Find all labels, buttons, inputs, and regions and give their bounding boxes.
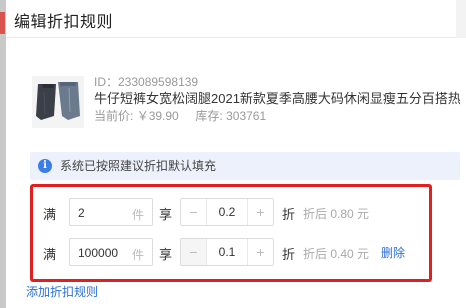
stock-value: 303761 [226,109,267,123]
denim-shorts-image [32,76,84,128]
product-card: ID：233089598139 牛仔短裤女宽松阔腿2021新款夏季高腰大码休闲显… [24,72,460,134]
header-edge [456,0,466,38]
after-discount-price: 折后 0.40 元 [303,247,370,261]
rule-xiang-label: 享 [159,247,173,262]
delete-rule-button[interactable]: 删除 [381,244,405,261]
quantity-unit: 件 [131,208,144,222]
rule-zhe-label: 折 [282,207,296,222]
background-red-marker [0,12,5,34]
info-banner: i 系统已按照建议折扣默认填充 [30,152,460,180]
stock-label: 库存: [195,109,223,123]
info-icon: i [38,159,52,173]
discount-stepper: − 0.2 + [180,198,274,226]
rule-xiang-label: 享 [159,207,173,222]
product-id: ID：233089598139 [94,75,199,89]
decrement-button[interactable]: − [181,239,207,265]
modal-header: 编辑折扣规则 [6,0,466,38]
after-discount-price: 折后 0.80 元 [303,207,370,221]
quantity-value: 2 [78,206,85,220]
decrement-button[interactable]: − [181,199,207,225]
product-info: ID：233089598139 牛仔短裤女宽松阔腿2021新款夏季高腰大码休闲显… [94,74,460,124]
add-rule-link[interactable]: 添加折扣规则 [26,284,98,300]
rule-man-label: 满 [43,247,57,262]
discount-stepper: − 0.1 + [180,238,274,266]
current-price-value: ￥39.90 [136,109,179,123]
discount-rules-list: 满 2 件 享 − 0.2 + 折 折后 0.80 元 满 100000 件 享… [30,184,432,282]
increment-button[interactable]: + [247,239,273,265]
product-meta: 当前价: ￥39.90 库存: 303761 [94,108,460,124]
product-thumbnail [32,76,84,128]
quantity-input[interactable]: 2 件 [69,198,153,226]
current-price-label: 当前价: [94,109,134,123]
discount-rule-row: 满 100000 件 享 − 0.1 + 折 折后 0.40 元 删除 [33,237,431,267]
rule-man-label: 满 [43,207,57,222]
quantity-input[interactable]: 100000 件 [69,238,153,266]
discount-value[interactable]: 0.2 [207,205,247,219]
product-title: 牛仔短裤女宽松阔腿2021新款夏季高腰大码休闲显瘦五分百搭热裤 [94,91,460,106]
rule-zhe-label: 折 [282,247,296,262]
increment-button[interactable]: + [247,199,273,225]
info-text: 系统已按照建议折扣默认填充 [60,159,217,173]
quantity-value: 100000 [78,246,119,260]
discount-value[interactable]: 0.1 [207,245,247,259]
modal-title: 编辑折扣规则 [14,14,114,31]
quantity-unit: 件 [131,248,144,262]
discount-rule-row: 满 2 件 享 − 0.2 + 折 折后 0.80 元 [33,197,431,227]
